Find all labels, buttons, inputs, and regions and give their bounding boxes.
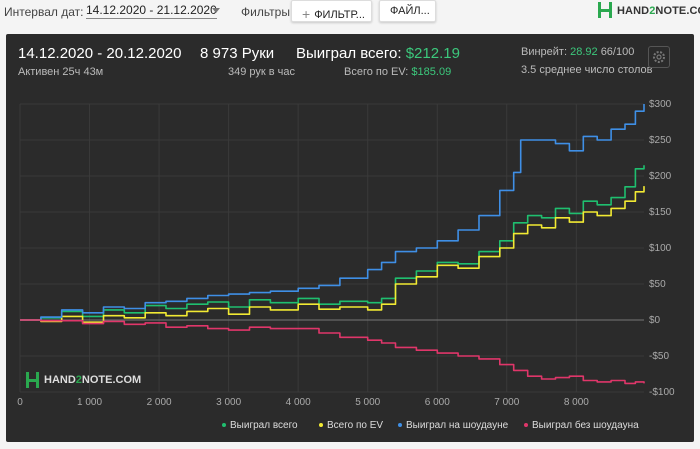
legend-item-ev[interactable]: Всего по EV [319, 420, 383, 431]
y-tick-label: $300 [649, 99, 672, 110]
x-tick-label: 3 000 [216, 397, 241, 408]
y-tick-label: -$100 [649, 387, 675, 398]
legend-dot-icon [319, 423, 323, 427]
x-tick-label: 0 [17, 397, 23, 408]
add-filter-label: ФИЛЬТР... [314, 9, 365, 21]
legend-item-won[interactable]: Выиграл всего [222, 420, 298, 431]
series-line-0 [20, 165, 645, 321]
y-tick-label: $50 [649, 279, 666, 290]
series-line-1 [20, 186, 645, 323]
y-tick-label: $150 [649, 207, 672, 218]
plus-icon: + [302, 6, 311, 22]
x-tick-label: 4 000 [286, 397, 311, 408]
x-tick-label: 7 000 [494, 397, 519, 408]
y-tick-label: $0 [649, 315, 661, 326]
chart-watermark: HAND2NOTE.COM [26, 371, 141, 394]
legend-label-ev: Всего по EV [327, 420, 384, 431]
legend-item-no-showdown[interactable]: Выиграл без шоудауна [524, 420, 639, 431]
legend-dot-icon [398, 423, 402, 427]
y-tick-label: $250 [649, 135, 672, 146]
logo-text: HAND2NOTE.COM [617, 5, 700, 17]
file-button-label: ФАЙЛ... [390, 5, 430, 17]
legend-dot-icon [524, 423, 528, 427]
legend-dot-icon [222, 423, 226, 427]
logo-icon [598, 2, 612, 18]
stats-panel: 14.12.2020 - 20.12.2020 Активен 25ч 43м … [6, 34, 694, 442]
watermark-logo-icon [26, 372, 39, 388]
chevron-down-icon[interactable] [212, 8, 220, 13]
legend-item-showdown[interactable]: Выиграл на шоудауне [398, 420, 508, 431]
legend-label-showdown: Выиграл на шоудауне [406, 420, 509, 431]
y-tick-label: -$50 [649, 351, 669, 362]
y-tick-label: $100 [649, 243, 672, 254]
interval-label: Интервал дат: [4, 5, 84, 19]
watermark-text: HAND2NOTE.COM [44, 374, 142, 386]
legend-label-no-showdown: Выиграл без шоудауна [532, 420, 639, 431]
chart-series [20, 104, 645, 385]
x-tick-label: 8 000 [564, 397, 589, 408]
y-tick-label: $200 [649, 171, 672, 182]
add-filter-button[interactable]: + ФИЛЬТР... [291, 0, 372, 22]
date-range-select[interactable]: 14.12.2020 - 21.12.2020 [86, 3, 217, 19]
file-button[interactable]: ФАЙЛ... [379, 0, 436, 22]
x-tick-label: 2 000 [147, 397, 172, 408]
filters-label: Фильтры: [241, 5, 294, 19]
chart-grid [19, 103, 644, 393]
legend-label-won: Выиграл всего [230, 420, 298, 431]
top-toolbar: Интервал дат: 14.12.2020 - 21.12.2020 Фи… [0, 0, 700, 34]
x-tick-label: 5 000 [355, 397, 380, 408]
x-tick-label: 6 000 [425, 397, 450, 408]
x-tick-label: 1 000 [77, 397, 102, 408]
